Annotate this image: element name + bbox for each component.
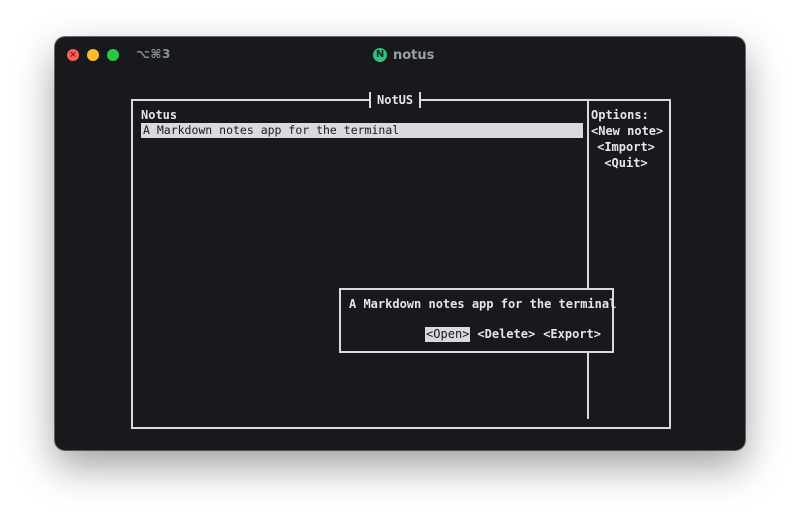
notes-list-header: Notus bbox=[141, 108, 178, 122]
notus-app-icon: N bbox=[373, 48, 387, 62]
import-option[interactable]: <Import> bbox=[591, 139, 661, 155]
zoom-button[interactable] bbox=[107, 49, 119, 61]
note-action-dialog: A Markdown notes app for the terminal <O… bbox=[339, 288, 617, 353]
options-pane: Options: <New note> <Import> <Quit> bbox=[591, 108, 667, 171]
new-note-option[interactable]: <New note> bbox=[591, 123, 663, 139]
close-icon: × bbox=[69, 50, 77, 60]
notes-list-pane: Notus A Markdown notes app for the termi… bbox=[133, 101, 587, 427]
delete-button[interactable]: <Delete> bbox=[476, 327, 536, 342]
quit-option[interactable]: <Quit> bbox=[591, 155, 661, 171]
dialog-message: A Markdown notes app for the terminal bbox=[349, 297, 617, 311]
close-button[interactable]: × bbox=[67, 49, 79, 61]
note-list-item-label: A Markdown notes app for the terminal bbox=[143, 123, 400, 137]
minimize-button[interactable] bbox=[87, 49, 99, 61]
main-frame: NotUS Notus A Markdown notes app for the… bbox=[131, 91, 671, 429]
terminal-window: × ⌥⌘3 N notus NotUS Notus A Markdown not… bbox=[55, 37, 745, 450]
window-title: N notus bbox=[373, 47, 434, 63]
title-bar[interactable]: × ⌥⌘3 N notus bbox=[55, 37, 745, 73]
note-list-item-selected[interactable]: A Markdown notes app for the terminal bbox=[141, 123, 583, 138]
dialog-buttons: <Open> <Delete> <Export> bbox=[425, 327, 602, 342]
pane-divider bbox=[587, 101, 589, 419]
export-button[interactable]: <Export> bbox=[542, 327, 602, 342]
window-title-text: notus bbox=[393, 47, 435, 63]
window-shortcut: ⌥⌘3 bbox=[136, 47, 171, 61]
options-title: Options: bbox=[591, 108, 649, 122]
open-button[interactable]: <Open> bbox=[425, 327, 471, 342]
